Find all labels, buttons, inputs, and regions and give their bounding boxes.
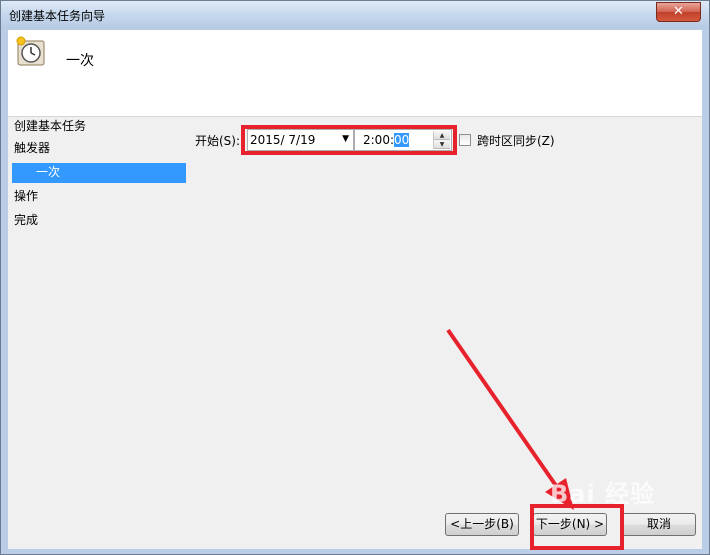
timezone-sync-checkbox[interactable] [459,134,471,146]
spin-up-icon[interactable]: ▲ [434,131,450,140]
timezone-sync-label[interactable]: 跨时区同步(Z) [477,132,555,149]
time-value[interactable]: 2:00:00 [363,133,410,147]
highlight-box-next [530,504,624,550]
nav-item-once[interactable]: 一次 [12,163,186,183]
nav-item-finish[interactable]: 完成 [14,211,38,231]
start-time-spinner[interactable]: 2:00:00 ▲ ▼ [354,129,452,151]
time-seconds-selected: 00 [394,133,410,147]
nav-item-create-basic-task[interactable]: 创建基本任务 [14,117,86,137]
window-title: 创建基本任务向导 [9,9,106,23]
start-date-picker[interactable]: 2015/ 7/19 ▼ [247,129,354,151]
task-clock-icon [16,36,45,66]
page-title: 一次 [66,53,94,69]
date-value: 2015/ 7/19 [250,133,316,147]
start-label: 开始(S): [195,134,241,148]
time-spin-buttons: ▲ ▼ [433,131,450,149]
spin-down-icon[interactable]: ▼ [434,140,450,149]
cancel-button[interactable]: 取消 [622,513,696,536]
close-icon: ✕ [673,4,684,19]
content-area: 创建基本任务 触发器 一次 操作 完成 开始(S): 2015/ 7/19 ▼ … [8,117,702,550]
back-button[interactable]: <上一步(B) [445,513,519,536]
nav-item-action[interactable]: 操作 [14,187,38,207]
nav-item-trigger[interactable]: 触发器 [14,139,50,159]
dropdown-arrow-icon[interactable]: ▼ [342,134,349,144]
close-button[interactable]: ✕ [656,2,701,22]
wizard-window: 创建基本任务向导 ✕ 一次 创建基本任务 触发器 一次 操作 完成 开始(S):… [0,0,710,555]
title-bar[interactable]: 创建基本任务向导 ✕ [1,1,709,29]
header-panel: 一次 [8,30,702,117]
